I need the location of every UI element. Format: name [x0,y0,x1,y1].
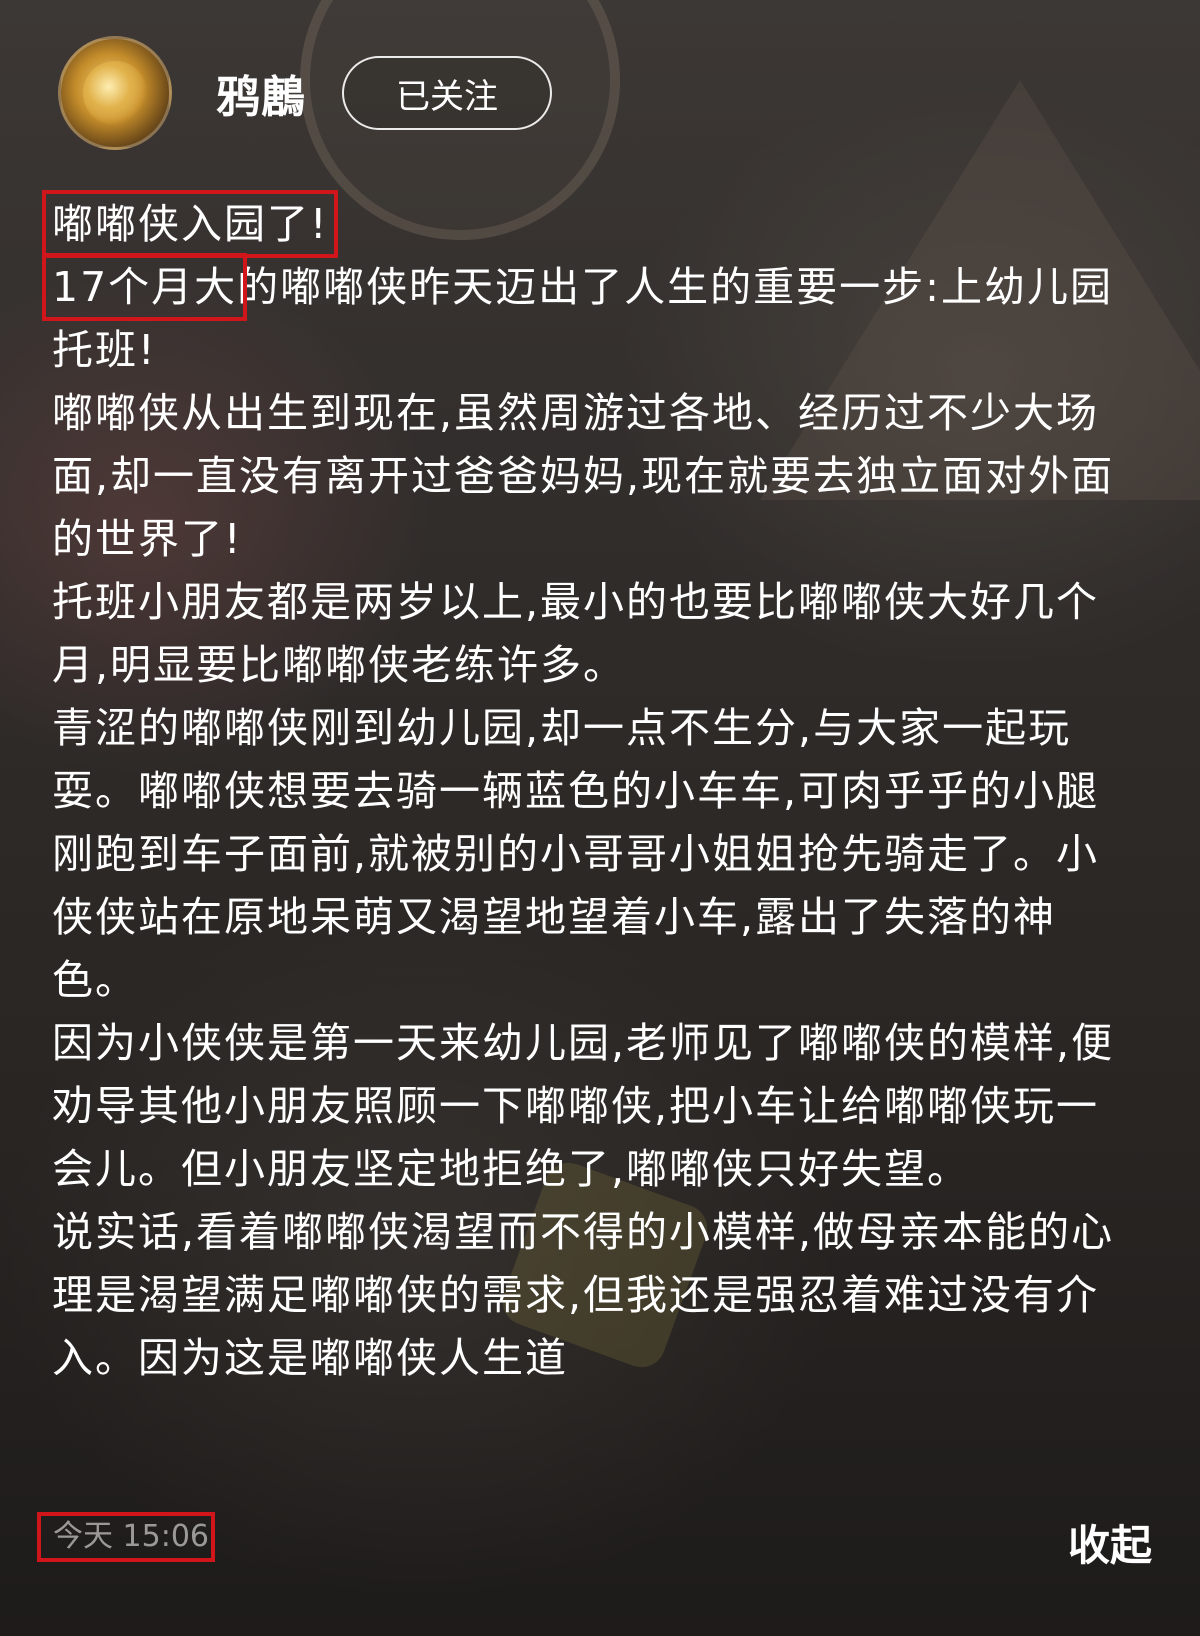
follow-button[interactable]: 已关注 [342,56,552,130]
avatar-glow [83,61,147,125]
age-highlight: 17个月大 [41,253,248,321]
post-header: 鸦鶶 已关注 [58,34,552,152]
post-title: 嘟嘟侠入园了! [41,190,339,258]
post-paragraph-3: 嘟嘟侠从出生到现在,虽然周游过各地、经历过不少大场面,却一直没有离开过爸爸妈妈,… [52,389,1115,563]
phoenix-avatar-icon[interactable] [58,36,172,150]
post-timestamp: 今天 15:06 [37,1512,215,1562]
post-paragraph-2: 17个月大的嘟嘟侠昨天迈出了人生的重要一步:上幼儿园托班! [41,253,1127,382]
post-paragraph-4: 托班小朋友都是两岁以上,最小的也要比嘟嘟侠大好几个月,明显要比嘟嘟侠老练许多。 [52,578,1100,689]
collapse-button[interactable]: 收起 [1068,1512,1152,1573]
post-body: 嘟嘟侠入园了! 17个月大的嘟嘟侠昨天迈出了人生的重要一步:上幼儿园托班! 嘟嘟… [41,190,1127,1390]
post-paragraph-7: 说实话,看着嘟嘟侠渴望而不得的小模样,做母亲本能的心理是渴望满足嘟嘟侠的需求,但… [52,1208,1115,1382]
username[interactable]: 鸦鶶 [216,61,306,125]
post-paragraph-6: 因为小侠侠是第一天来幼儿园,老师见了嘟嘟侠的模样,便劝导其他小朋友照顾一下嘟嘟侠… [52,1019,1115,1193]
post-title-paragraph: 嘟嘟侠入园了! [41,190,1127,258]
post-paragraph-5: 青涩的嘟嘟侠刚到幼儿园,却一点不生分,与大家一起玩耍。嘟嘟侠想要去骑一辆蓝色的小… [52,704,1100,1004]
